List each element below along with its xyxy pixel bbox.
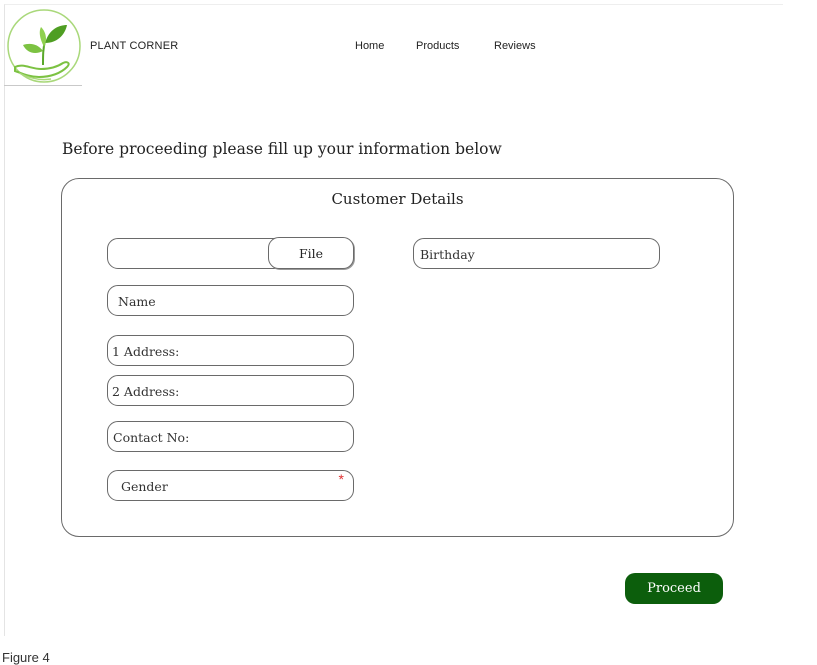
birthday-field[interactable]: Birthday <box>413 238 660 269</box>
address2-placeholder: 2 Address: <box>112 384 180 399</box>
contact-field[interactable]: Contact No: <box>107 421 354 452</box>
brand-name: PLANT CORNER <box>90 40 179 52</box>
nav-products[interactable]: Products <box>416 40 459 52</box>
figure-caption: Figure 4 <box>2 650 50 665</box>
logo-divider <box>4 85 82 86</box>
birthday-placeholder: Birthday <box>420 247 475 262</box>
address1-field[interactable]: 1 Address: <box>107 335 354 366</box>
file-button[interactable]: File <box>268 237 354 269</box>
name-placeholder: Name <box>118 294 156 309</box>
required-asterisk: * <box>338 471 344 487</box>
proceed-button[interactable]: Proceed <box>625 573 723 604</box>
plant-logo-icon <box>7 9 81 83</box>
nav-home[interactable]: Home <box>355 40 384 52</box>
gender-placeholder: Gender <box>121 479 168 494</box>
address1-placeholder: 1 Address: <box>112 344 180 359</box>
name-field[interactable]: Name <box>107 285 354 316</box>
nav-reviews[interactable]: Reviews <box>494 40 536 52</box>
address2-field[interactable]: 2 Address: <box>107 375 354 406</box>
form-title: Customer Details <box>331 190 464 208</box>
intro-text: Before proceeding please fill up your in… <box>62 140 502 158</box>
gender-field[interactable]: Gender * <box>107 470 354 501</box>
contact-placeholder: Contact No: <box>113 430 190 445</box>
